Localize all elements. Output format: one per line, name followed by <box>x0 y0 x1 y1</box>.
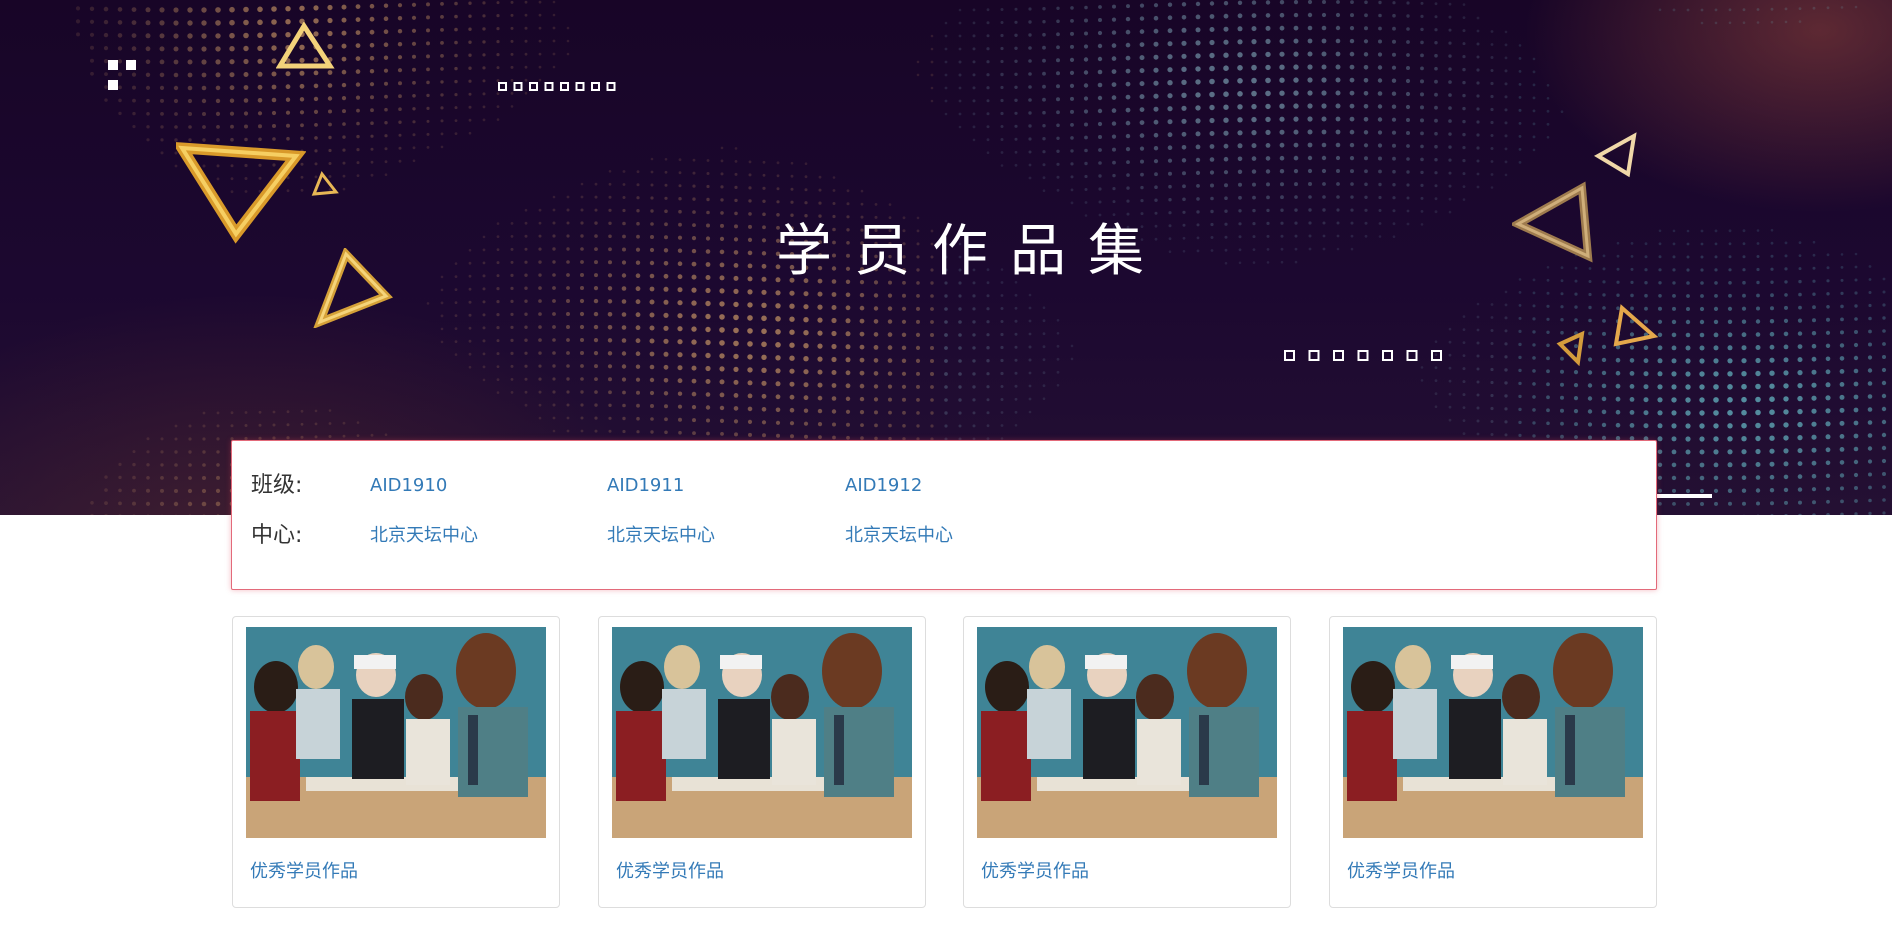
student-photo[interactable] <box>612 627 912 838</box>
square-row-decoration <box>498 82 616 91</box>
hero-banner: 学员作品集 <box>0 0 1892 515</box>
center-option-1[interactable]: 北京天坛中心 <box>370 521 478 551</box>
divider-line-decoration <box>1656 494 1712 498</box>
class-filter-row: 班级: AID1910 AID1911 AID1912 <box>232 471 1656 501</box>
work-card[interactable]: 优秀学员作品 <box>232 616 560 908</box>
class-option-aid1912[interactable]: AID1912 <box>845 471 922 501</box>
triangle-decoration <box>1594 132 1637 178</box>
filter-panel: 班级: AID1910 AID1911 AID1912 中心: 北京天坛中心 北… <box>231 440 1657 590</box>
triangle-decoration <box>1556 330 1585 366</box>
square-row-decoration <box>1284 350 1442 361</box>
center-filter-label: 中心: <box>251 523 303 548</box>
triangle-decoration <box>1613 304 1659 347</box>
work-card[interactable]: 优秀学员作品 <box>963 616 1291 908</box>
class-filter-label: 班级: <box>251 473 303 498</box>
work-card-title[interactable]: 优秀学员作品 <box>981 857 1089 883</box>
page-title: 学员作品集 <box>776 219 1166 284</box>
center-filter-row: 中心: 北京天坛中心 北京天坛中心 北京天坛中心 <box>232 521 1656 551</box>
triangle-decoration <box>311 171 339 196</box>
class-option-aid1911[interactable]: AID1911 <box>607 471 684 501</box>
student-photo[interactable] <box>977 627 1277 838</box>
work-card-title[interactable]: 优秀学员作品 <box>1347 857 1455 883</box>
center-option-3[interactable]: 北京天坛中心 <box>845 521 953 551</box>
student-photo[interactable] <box>246 627 546 838</box>
student-photo[interactable] <box>1343 627 1643 838</box>
center-option-2[interactable]: 北京天坛中心 <box>607 521 715 551</box>
work-card-title[interactable]: 优秀学员作品 <box>616 857 724 883</box>
work-card-title[interactable]: 优秀学员作品 <box>250 857 358 883</box>
triangle-decoration <box>276 22 335 69</box>
class-option-aid1910[interactable]: AID1910 <box>370 471 447 501</box>
work-card[interactable]: 优秀学员作品 <box>598 616 926 908</box>
square-dots-decoration <box>108 60 136 90</box>
work-card[interactable]: 优秀学员作品 <box>1329 616 1657 908</box>
